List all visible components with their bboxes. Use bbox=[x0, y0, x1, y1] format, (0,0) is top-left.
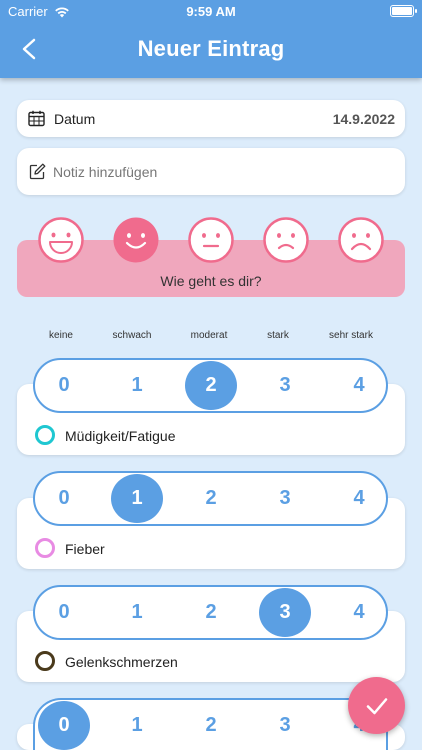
scale-label-weak: schwach bbox=[112, 330, 152, 341]
rating-option-4[interactable]: 4 bbox=[333, 361, 385, 410]
scale-label-moderate: moderat bbox=[190, 330, 228, 341]
mood-happy[interactable] bbox=[113, 217, 159, 263]
date-picker[interactable]: Datum 14.9.2022 bbox=[17, 100, 405, 137]
rating-option-3[interactable]: 3 bbox=[259, 361, 311, 410]
rating-bar-fever: 0 1 2 3 4 bbox=[33, 471, 388, 526]
checkmark-icon bbox=[366, 697, 387, 714]
calendar-icon bbox=[28, 110, 45, 127]
rating-option-0[interactable]: 0 bbox=[38, 701, 90, 750]
neutral-face-icon bbox=[188, 217, 234, 263]
edit-note-icon bbox=[29, 163, 46, 180]
note-field[interactable] bbox=[17, 148, 405, 195]
scale-label-strong: stark bbox=[267, 330, 289, 341]
rating-option-1[interactable]: 1 bbox=[111, 588, 163, 637]
page-title: Neuer Eintrag bbox=[137, 36, 285, 61]
rating-option-1[interactable]: 1 bbox=[111, 474, 163, 523]
symptom-name-joint-pain: Gelenkschmerzen bbox=[65, 654, 178, 670]
rating-bar-fatigue: 0 1 2 3 4 bbox=[33, 358, 388, 413]
scale-label-none: keine bbox=[49, 330, 73, 341]
date-label: Datum bbox=[54, 111, 96, 127]
mood-question: Wie geht es dir? bbox=[160, 273, 262, 289]
rating-option-1[interactable]: 1 bbox=[111, 701, 163, 750]
status-bar: Carrier 9:59 AM bbox=[0, 0, 422, 22]
symptom-color-dot bbox=[35, 425, 55, 445]
status-time: 9:59 AM bbox=[186, 4, 236, 19]
note-input[interactable] bbox=[53, 161, 383, 183]
rating-option-1[interactable]: 1 bbox=[111, 361, 163, 410]
mood-very-sad[interactable] bbox=[338, 217, 384, 263]
rating-option-2[interactable]: 2 bbox=[185, 361, 237, 410]
battery-icon bbox=[390, 5, 417, 17]
mood-sad[interactable] bbox=[263, 217, 309, 263]
rating-option-2[interactable]: 2 bbox=[185, 701, 237, 750]
symptom-name-fatigue: Müdigkeit/Fatigue bbox=[65, 428, 176, 444]
very-happy-face-icon bbox=[38, 217, 84, 263]
app-header: Carrier 9:59 AM Neuer Eintrag bbox=[0, 0, 422, 78]
happy-face-icon bbox=[113, 217, 159, 263]
severity-scale-labels: keine schwach moderat stark sehr stark bbox=[0, 330, 422, 342]
rating-option-0[interactable]: 0 bbox=[38, 361, 90, 410]
sad-face-icon bbox=[263, 217, 309, 263]
rating-bar-joint-pain: 0 1 2 3 4 bbox=[33, 585, 388, 640]
rating-option-3[interactable]: 3 bbox=[259, 701, 311, 750]
rating-option-4[interactable]: 4 bbox=[333, 474, 385, 523]
rating-option-3[interactable]: 3 bbox=[259, 474, 311, 523]
date-value[interactable]: 14.9.2022 bbox=[333, 111, 395, 127]
rating-option-2[interactable]: 2 bbox=[185, 474, 237, 523]
rating-option-0[interactable]: 0 bbox=[38, 588, 90, 637]
save-fab-button[interactable] bbox=[348, 677, 405, 734]
symptom-color-dot bbox=[35, 538, 55, 558]
rating-option-2[interactable]: 2 bbox=[185, 588, 237, 637]
mood-very-happy[interactable] bbox=[38, 217, 84, 263]
symptom-color-dot bbox=[35, 651, 55, 671]
very-sad-face-icon bbox=[338, 217, 384, 263]
symptom-name-fever: Fieber bbox=[65, 541, 105, 557]
mood-neutral[interactable] bbox=[188, 217, 234, 263]
rating-bar-4: 0 1 2 3 4 bbox=[33, 698, 388, 750]
rating-option-4[interactable]: 4 bbox=[333, 588, 385, 637]
scale-label-very-strong: sehr stark bbox=[329, 330, 373, 341]
rating-option-0[interactable]: 0 bbox=[38, 474, 90, 523]
rating-option-3[interactable]: 3 bbox=[259, 588, 311, 637]
